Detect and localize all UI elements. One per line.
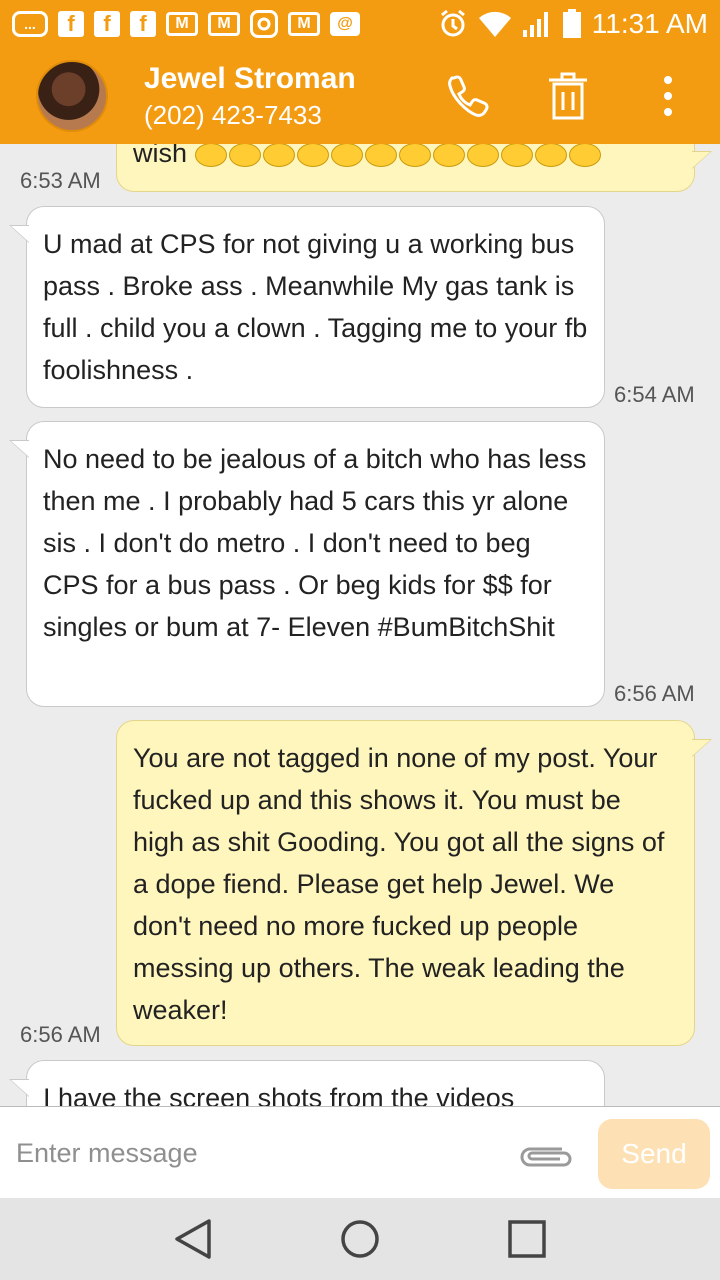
nav-recents-button[interactable]	[499, 1211, 555, 1267]
instagram-icon	[250, 10, 278, 38]
bubble-tail	[9, 1079, 29, 1097]
message-timestamp: 6:53 AM	[20, 168, 101, 193]
back-icon	[175, 1219, 212, 1259]
message-text: wish	[133, 144, 188, 168]
bubble-tail	[9, 440, 29, 458]
bubble-tail	[692, 739, 712, 757]
message-input[interactable]	[16, 1125, 496, 1181]
contact-avatar[interactable]	[36, 60, 108, 132]
gmail-icon: M	[208, 12, 240, 36]
wifi-icon	[478, 11, 511, 38]
notification-icons: ... f f f M M M @	[12, 10, 360, 38]
overflow-menu-button[interactable]	[640, 68, 696, 124]
incoming-message[interactable]: I have the screen shots from the videos	[9, 1060, 605, 1106]
contact-info[interactable]: Jewel Stroman (202) 423-7433	[144, 62, 356, 131]
gmail-icon: M	[288, 12, 320, 36]
message-text: U mad at CPS for not giving u a working …	[43, 229, 588, 385]
message-timestamp: 6:54 AM	[614, 382, 695, 407]
alarm-icon	[440, 9, 465, 37]
status-bar: ... f f f M M M @ 11:31 AM	[0, 0, 720, 48]
status-time: 11:31 AM	[591, 8, 708, 39]
incoming-message[interactable]: No need to be jealous of a bitch who has…	[9, 421, 605, 707]
message-text: No need to be jealous of a bitch who has…	[43, 444, 587, 642]
message-text: I have the screen shots from the videos	[43, 1083, 515, 1106]
call-button[interactable]	[440, 68, 496, 124]
send-button[interactable]: Send	[598, 1119, 710, 1189]
contact-phone: (202) 423-7433	[144, 99, 322, 130]
message-timestamp: 6:56 AM	[614, 681, 695, 706]
recents-icon	[507, 1220, 546, 1258]
email-at-icon: @	[330, 12, 360, 36]
message-text: You are not tagged in none of my post. Y…	[133, 743, 665, 1025]
outgoing-message[interactable]: You are not tagged in none of my post. Y…	[116, 720, 712, 1046]
paperclip-icon	[520, 1147, 572, 1167]
facebook-icon: f	[130, 11, 156, 37]
gmail-icon: M	[166, 12, 198, 36]
home-icon	[341, 1220, 379, 1258]
facebook-icon: f	[58, 11, 84, 37]
message-composer: Send	[0, 1106, 720, 1198]
bubble-tail	[692, 151, 712, 169]
message-list[interactable]: wish 6:53 AM U mad at CPS for not giving…	[0, 144, 720, 1106]
overflow-menu-icon	[664, 76, 672, 116]
battery-icon	[562, 9, 581, 38]
message-timestamp: 6:56 AM	[20, 1022, 101, 1047]
conversation-header: Jewel Stroman (202) 423-7433	[0, 48, 720, 144]
phone-icon	[448, 75, 489, 117]
attach-button[interactable]	[512, 1131, 576, 1179]
bubble-tail	[9, 225, 29, 243]
outgoing-message[interactable]: wish	[116, 144, 712, 192]
emoji-grin-row	[194, 144, 601, 167]
delete-conversation-button[interactable]	[540, 68, 596, 124]
signal-icon	[522, 12, 548, 37]
facebook-icon: f	[94, 11, 120, 37]
system-nav-bar	[0, 1198, 720, 1280]
nav-home-button[interactable]	[332, 1211, 388, 1267]
system-indicators: 11:31 AM	[438, 8, 708, 40]
incoming-message[interactable]: U mad at CPS for not giving u a working …	[9, 206, 605, 408]
nav-back-button[interactable]	[165, 1211, 221, 1267]
chat-icon: ...	[12, 11, 48, 37]
trash-icon	[549, 72, 587, 120]
contact-name: Jewel Stroman	[144, 61, 356, 95]
